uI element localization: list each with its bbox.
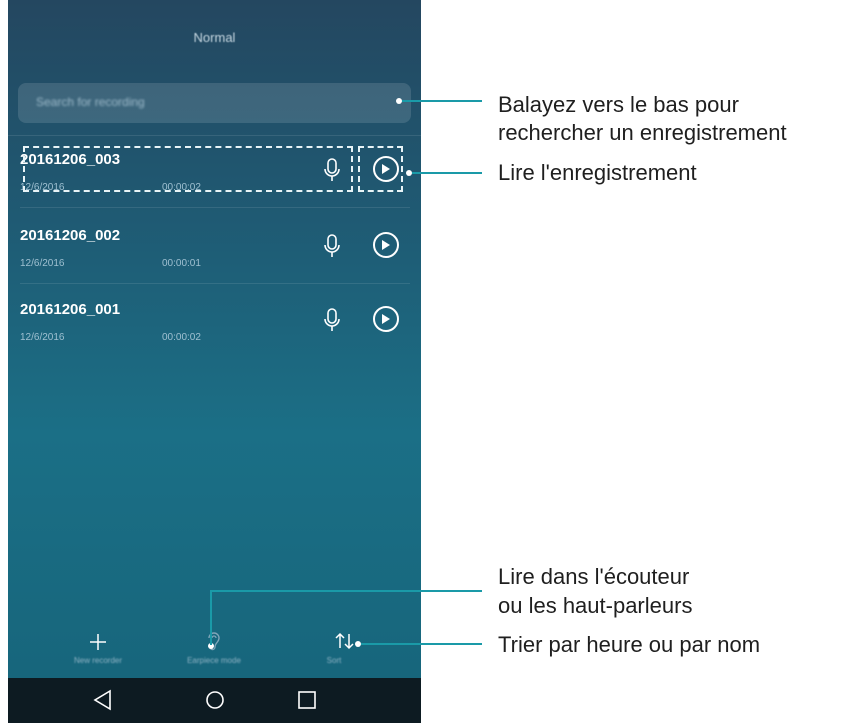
- divider: [20, 207, 410, 208]
- recording-date: 12/6/2016: [20, 258, 65, 269]
- back-icon[interactable]: [91, 688, 115, 712]
- ear-icon: [208, 632, 220, 651]
- new-recording-button[interactable]: New recorder: [38, 618, 158, 678]
- highlight-box-play: [358, 146, 403, 192]
- search-placeholder: Search for recording: [36, 95, 145, 109]
- sort-label: Sort: [326, 656, 342, 665]
- play-button[interactable]: [373, 306, 399, 332]
- list-item[interactable]: 20161206_002 12/6/2016 00:00:01: [20, 214, 410, 284]
- bottom-action-bar: New recorder Earpiece mode Sort: [8, 618, 421, 678]
- earpiece-label: Earpiece mode: [187, 656, 241, 665]
- callout-earpiece-line2: ou les haut-parleurs: [498, 593, 693, 618]
- play-button[interactable]: [373, 232, 399, 258]
- callout-line-sort: [361, 643, 482, 645]
- new-recording-label: New recorder: [73, 656, 122, 665]
- callout-line-earpiece: [210, 590, 482, 592]
- sort-icon: [335, 632, 354, 650]
- divider: [20, 283, 410, 284]
- sort-button[interactable]: Sort: [274, 618, 394, 678]
- phone-screen: Normal Search for recording 20161206_003…: [8, 0, 421, 723]
- callout-search-line2: rechercher un enregistrement: [498, 120, 787, 145]
- callout-line-earpiece-vertical: [210, 590, 212, 645]
- callout-line-search: [402, 100, 482, 102]
- plus-icon: [90, 634, 106, 650]
- recording-duration: 00:00:01: [162, 258, 201, 269]
- microphone-icon: [320, 232, 344, 260]
- divider: [8, 135, 421, 136]
- navigation-bar: [8, 678, 421, 723]
- callout-sort: Trier par heure ou par nom: [498, 632, 761, 657]
- callout-earpiece-line1: Lire dans l'écouteur: [498, 564, 690, 589]
- recording-duration: 00:00:02: [162, 332, 201, 343]
- highlight-box-recording: [23, 146, 353, 192]
- microphone-icon: [320, 306, 344, 334]
- callout-play: Lire l'enregistrement: [498, 160, 697, 185]
- recording-name: 20161206_002: [20, 227, 121, 244]
- page-title: Normal: [193, 30, 236, 45]
- recents-icon[interactable]: [295, 688, 319, 712]
- play-icon: [382, 314, 390, 324]
- recording-name: 20161206_001: [20, 301, 121, 318]
- callout-line-play: [412, 172, 482, 174]
- play-icon: [382, 240, 390, 250]
- callout-search-line1: Balayez vers le bas pour: [498, 92, 739, 117]
- earpiece-button[interactable]: Earpiece mode: [154, 618, 274, 678]
- list-item[interactable]: 20161206_001 12/6/2016 00:00:02: [20, 288, 410, 358]
- home-icon[interactable]: [203, 688, 227, 712]
- search-bar[interactable]: Search for recording: [18, 83, 411, 123]
- recording-date: 12/6/2016: [20, 332, 65, 343]
